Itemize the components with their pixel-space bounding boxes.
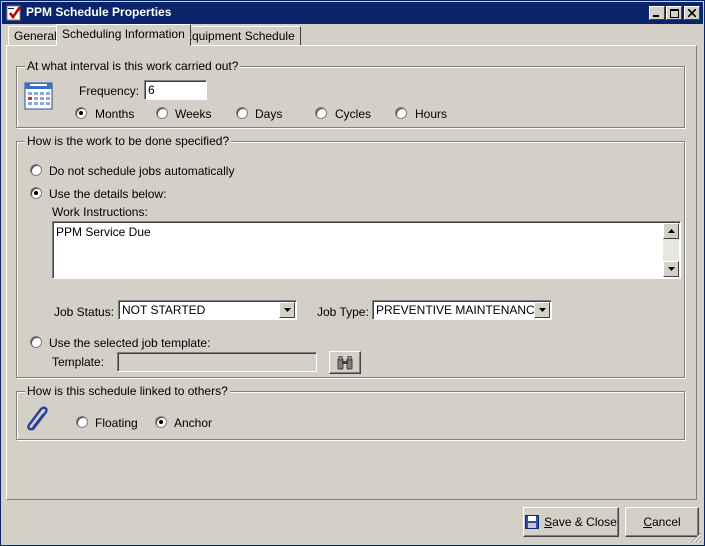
title-bar[interactable]: PPM Schedule Properties	[2, 2, 703, 24]
app-icon	[6, 5, 22, 21]
cancel-label: Cancel	[643, 515, 681, 529]
use-template-radio[interactable]	[30, 336, 42, 348]
linking-legend: How is this schedule linked to others?	[25, 384, 230, 398]
interval-cycles-radio[interactable]	[315, 107, 327, 119]
maximize-icon	[669, 8, 679, 18]
job-status-select[interactable]: NOT STARTED	[118, 300, 297, 320]
calendar-icon	[24, 82, 53, 110]
chevron-down-icon	[538, 308, 546, 312]
interval-legend: At what interval is this work carried ou…	[25, 59, 241, 73]
close-icon	[688, 9, 696, 17]
interval-months-label[interactable]: Months	[95, 107, 134, 121]
maximize-button[interactable]	[666, 6, 682, 20]
resize-grip-icon[interactable]	[690, 531, 702, 543]
tab-equipment-schedule-label: Equipment Schedule	[184, 29, 295, 43]
interval-hours-radio[interactable]	[395, 107, 407, 119]
paperclip-icon	[27, 406, 48, 431]
scroll-down-button[interactable]	[663, 261, 679, 277]
job-type-select[interactable]: PREVENTIVE MAINTENANCE	[372, 300, 552, 320]
interval-group: At what interval is this work carried ou…	[16, 59, 685, 128]
work-legend: How is the work to be done specified?	[25, 134, 232, 148]
frequency-input[interactable]: 6	[144, 80, 207, 100]
tab-general-label: General	[14, 29, 57, 43]
interval-days-radio[interactable]	[236, 107, 248, 119]
job-type-dropdown-button[interactable]	[534, 302, 550, 318]
tab-general[interactable]: General	[8, 26, 63, 46]
cancel-button[interactable]: Cancel	[625, 507, 699, 537]
work-instructions-text: PPM Service Due	[56, 225, 151, 239]
interval-cycles-label[interactable]: Cycles	[335, 107, 371, 121]
scroll-down-icon	[667, 267, 675, 271]
work-instructions-scrollbar[interactable]	[663, 223, 679, 277]
job-type-label: Job Type:	[317, 305, 369, 319]
interval-months-radio[interactable]	[75, 107, 87, 119]
job-status-dropdown-button[interactable]	[279, 302, 295, 318]
link-floating-label[interactable]: Floating	[95, 416, 138, 430]
scroll-up-icon	[667, 229, 675, 233]
save-icon	[525, 515, 540, 529]
close-button[interactable]	[684, 6, 700, 20]
template-input[interactable]	[117, 352, 317, 372]
work-group: How is the work to be done specified? Do…	[16, 134, 685, 378]
dialog-window: PPM Schedule Properties General Scheduli…	[0, 0, 705, 546]
link-anchor-radio[interactable]	[155, 416, 167, 428]
interval-hours-label[interactable]: Hours	[415, 107, 447, 121]
interval-weeks-radio[interactable]	[156, 107, 168, 119]
chevron-down-icon	[283, 308, 291, 312]
work-instructions-textarea[interactable]: PPM Service Due	[52, 221, 681, 279]
use-details-label[interactable]: Use the details below:	[49, 187, 166, 201]
link-floating-radio[interactable]	[76, 416, 88, 428]
use-template-label[interactable]: Use the selected job template:	[49, 336, 210, 350]
template-label: Template:	[52, 355, 105, 369]
tab-equipment-schedule[interactable]: Equipment Schedule	[178, 26, 301, 46]
minimize-button[interactable]	[649, 6, 665, 20]
template-browse-button[interactable]	[329, 351, 361, 374]
binoculars-icon	[337, 355, 353, 369]
tab-scheduling-information-label: Scheduling Information	[62, 27, 185, 41]
use-details-radio[interactable]	[30, 187, 42, 199]
save-close-label: Save & Close	[544, 515, 617, 529]
linking-group: How is this schedule linked to others? F…	[16, 384, 685, 440]
interval-days-label[interactable]: Days	[255, 107, 282, 121]
scroll-up-button[interactable]	[663, 223, 679, 239]
no-auto-schedule-radio[interactable]	[30, 164, 42, 176]
tab-scheduling-information[interactable]: Scheduling Information	[56, 24, 191, 46]
window-title: PPM Schedule Properties	[26, 5, 172, 19]
no-auto-schedule-label[interactable]: Do not schedule jobs automatically	[49, 164, 234, 178]
save-close-button[interactable]: Save & Close	[523, 507, 619, 537]
job-status-label: Job Status:	[54, 305, 115, 319]
work-instructions-label: Work Instructions:	[52, 205, 148, 219]
minimize-icon	[653, 15, 659, 17]
frequency-label: Frequency:	[79, 84, 140, 98]
tab-panel: At what interval is this work carried ou…	[6, 45, 697, 500]
interval-weeks-label[interactable]: Weeks	[175, 107, 211, 121]
job-type-value: PREVENTIVE MAINTENANCE	[376, 303, 543, 317]
job-status-value: NOT STARTED	[122, 303, 206, 317]
link-anchor-label[interactable]: Anchor	[174, 416, 212, 430]
